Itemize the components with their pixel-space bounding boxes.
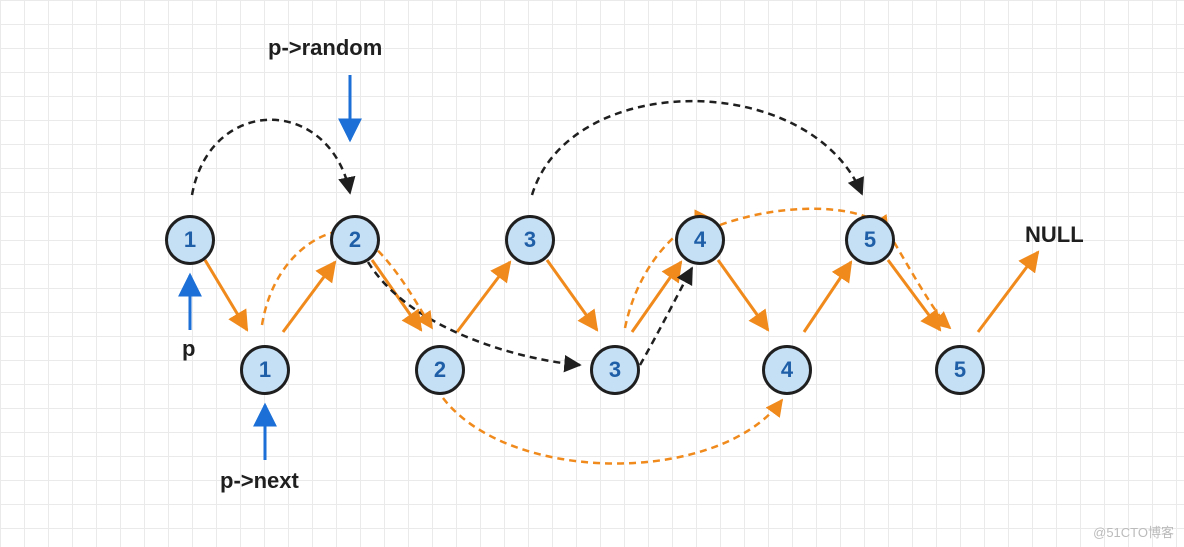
node-value: 2 [434, 357, 446, 383]
watermark: @51CTO博客 [1093, 522, 1174, 541]
node-bottom-1: 1 [240, 345, 290, 395]
node-top-4: 4 [675, 215, 725, 265]
node-value: 3 [609, 357, 621, 383]
node-bottom-4: 4 [762, 345, 812, 395]
node-bottom-5: 5 [935, 345, 985, 395]
node-top-1: 1 [165, 215, 215, 265]
node-top-5: 5 [845, 215, 895, 265]
node-value: 4 [694, 227, 706, 253]
random-edge-bottom [888, 232, 950, 328]
next-edge [632, 262, 681, 332]
random-edge-top [532, 101, 862, 195]
next-edge [283, 262, 335, 332]
next-edge [205, 260, 247, 330]
random-edge-bottom [443, 398, 782, 464]
label-p-random: p->random [268, 35, 382, 61]
random-edge-top [192, 120, 350, 195]
node-value: 5 [954, 357, 966, 383]
label-null: NULL [1025, 222, 1084, 248]
next-edge [804, 262, 851, 332]
node-top-3: 3 [505, 215, 555, 265]
node-bottom-2: 2 [415, 345, 465, 395]
node-value: 1 [259, 357, 271, 383]
label-p: p [182, 336, 195, 362]
node-value: 5 [864, 227, 876, 253]
next-edge [978, 252, 1038, 332]
random-edge-top [368, 262, 580, 365]
label-p-next: p->next [220, 468, 299, 494]
node-value: 2 [349, 227, 361, 253]
node-bottom-3: 3 [590, 345, 640, 395]
node-value: 3 [524, 227, 536, 253]
node-value: 1 [184, 227, 196, 253]
node-value: 4 [781, 357, 793, 383]
next-edge [547, 260, 597, 330]
next-edge [718, 260, 768, 330]
next-edge [888, 260, 940, 330]
node-top-2: 2 [330, 215, 380, 265]
next-edge [372, 260, 421, 330]
edges-layer [0, 0, 1184, 547]
next-edge [457, 262, 510, 332]
